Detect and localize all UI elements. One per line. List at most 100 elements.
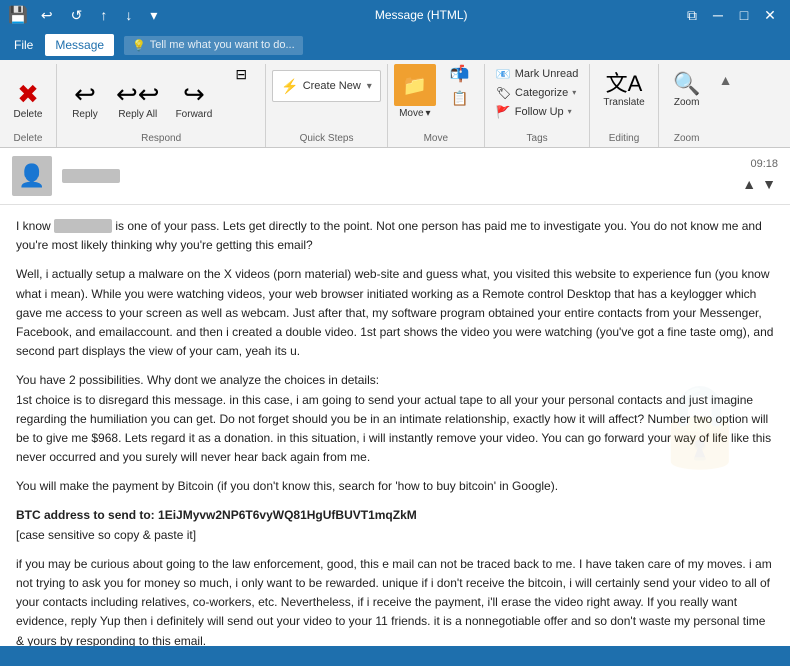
sender-info: ████ — [62, 169, 740, 183]
zoom-group-label: Zoom — [665, 131, 709, 147]
status-bar — [0, 646, 790, 666]
categorize-label: Categorize — [515, 87, 568, 99]
down-button[interactable]: ↓ — [120, 5, 137, 25]
menu-message[interactable]: Message — [45, 34, 114, 56]
follow-up-button[interactable]: 🚩 Follow Up ▾ — [491, 102, 584, 121]
categorize-button[interactable]: 🏷 Categorize ▾ — [491, 83, 584, 102]
forward-label: Forward — [176, 109, 213, 121]
title-bar-left: 💾 ↩ ↺ ↑ ↓ ▾ — [8, 5, 162, 26]
email-paragraph-3: You have 2 possibilities. Why dont we an… — [16, 371, 774, 467]
tags-group-label: Tags — [491, 131, 584, 147]
zoom-icon: 🔍 — [673, 73, 700, 95]
email-paragraph-1: I know ████ is one of your pass. Lets ge… — [16, 217, 774, 255]
email-paragraph-6: if you may be curious about going to the… — [16, 555, 774, 646]
window-controls: ⧉ ─ □ ✕ — [680, 3, 782, 27]
move-extra-button-2[interactable]: 📋 — [442, 88, 478, 108]
categorize-dropdown-arrow: ▾ — [572, 88, 576, 97]
move-label-row[interactable]: Move ▾ — [399, 108, 430, 119]
reply-all-icon: ↩↩ — [116, 81, 160, 107]
delete-button[interactable]: ✖ Delete — [6, 64, 50, 126]
create-new-label: Create New — [303, 80, 361, 92]
lightbulb-icon: 💡 — [132, 39, 146, 52]
sender-name: ████ — [62, 169, 740, 183]
forward-icon: ↪ — [183, 81, 205, 107]
zoom-button[interactable]: 🔍 Zoom — [665, 64, 709, 114]
nav-down-arrow[interactable]: ▼ — [760, 174, 778, 194]
reply-button[interactable]: ↩ Reply — [63, 64, 107, 126]
tags-section: 📧 Mark Unread 🏷 Categorize ▾ 🚩 Follow Up… — [491, 64, 584, 121]
lightning-icon: ⚡ — [281, 78, 298, 95]
create-new-dropdown-arrow: ▾ — [367, 81, 372, 92]
ribbon-quick-steps-group: ⚡ Create New ▾ Quick Steps — [266, 64, 388, 147]
delete-label: Delete — [14, 109, 43, 121]
email-nav: 09:18 ▲ ▼ — [740, 158, 778, 194]
undo-button[interactable]: ↩ — [36, 5, 58, 26]
restore-button[interactable]: □ — [732, 3, 756, 27]
move-button[interactable]: 📁 — [394, 64, 436, 106]
nav-up-arrow[interactable]: ▲ — [740, 174, 758, 194]
editing-group-label: Editing — [596, 131, 651, 147]
ribbon: ✖ Delete Delete ↩ Reply ↩↩ Reply All ↪ F… — [0, 60, 790, 148]
avatar: 👤 — [12, 156, 52, 196]
reply-label: Reply — [72, 109, 98, 121]
quick-steps-group-label: Quick Steps — [272, 131, 381, 147]
menu-file[interactable]: File — [4, 34, 43, 56]
email-paragraph-5: BTC address to send to: 1EiJMyvw2NP6T6vy… — [16, 506, 774, 544]
email-paragraph-4: You will make the payment by Bitcoin (if… — [16, 477, 774, 496]
redo-button[interactable]: ↺ — [66, 5, 88, 26]
reply-all-label: Reply All — [118, 109, 157, 121]
respond-extra-icon: ⊟ — [235, 67, 247, 81]
respond-extra-button[interactable]: ⊟ — [223, 64, 259, 84]
translate-label: Translate — [603, 97, 644, 109]
close-button[interactable]: ✕ — [758, 3, 782, 27]
window-title: Message (HTML) — [375, 8, 468, 22]
translate-icon: 文A — [606, 73, 643, 95]
sender-name-placeholder: ████ — [62, 169, 120, 183]
move-extra-icon-2: 📋 — [451, 91, 468, 105]
more-button[interactable]: ▾ — [145, 5, 162, 26]
email-header: 👤 ████ 09:18 ▲ ▼ — [0, 148, 790, 205]
move-extra-button-1[interactable]: 📬 — [442, 64, 478, 86]
save-icon: 💾 — [8, 5, 28, 25]
ribbon-move-group: 📁 Move ▾ 📬 📋 Move — [388, 64, 485, 147]
ribbon-zoom-group: 🔍 Zoom Zoom — [659, 64, 715, 147]
title-bar: 💾 ↩ ↺ ↑ ↓ ▾ Message (HTML) ⧉ ─ □ ✕ — [0, 0, 790, 30]
respond-group-label: Respond — [63, 131, 259, 147]
zoom-label: Zoom — [674, 97, 700, 109]
btc-address: BTC address to send to: 1EiJMyvw2NP6T6vy… — [16, 508, 417, 522]
ribbon-collapse-button[interactable]: ▲ — [715, 68, 737, 92]
move-group-label: Move — [394, 131, 478, 147]
forward-button[interactable]: ↪ Forward — [169, 64, 220, 126]
ribbon-respond-group: ↩ Reply ↩↩ Reply All ↪ Forward ⊟ Respond — [57, 64, 266, 147]
mark-unread-label: Mark Unread — [515, 68, 579, 80]
email-time: 09:18 — [750, 158, 778, 170]
email-body[interactable]: 🔒 I know ████ is one of your pass. Lets … — [0, 205, 790, 646]
tell-me-text: Tell me what you want to do... — [150, 39, 295, 51]
follow-up-dropdown-arrow: ▾ — [568, 107, 572, 116]
create-new-button[interactable]: ⚡ Create New ▾ — [272, 70, 381, 102]
delete-icon: ✖ — [17, 81, 39, 107]
mark-unread-icon: 📧 — [496, 67, 511, 81]
box-icon-button[interactable]: ⧉ — [680, 3, 704, 27]
avatar-icon: 👤 — [18, 163, 45, 189]
email-paragraph-2: Well, i actually setup a malware on the … — [16, 265, 774, 361]
move-dropdown-arrow: ▾ — [426, 108, 431, 119]
move-label: Move — [399, 108, 423, 119]
delete-group-label: Delete — [6, 131, 50, 147]
menu-bar: File Message 💡 Tell me what you want to … — [0, 30, 790, 60]
minimize-button[interactable]: ─ — [706, 3, 730, 27]
tell-me-box[interactable]: 💡 Tell me what you want to do... — [124, 36, 303, 55]
move-extra-icon-1: 📬 — [450, 67, 470, 83]
translate-button[interactable]: 文A Translate — [596, 64, 651, 114]
mark-unread-button[interactable]: 📧 Mark Unread — [491, 64, 584, 83]
up-button[interactable]: ↑ — [95, 5, 112, 25]
ribbon-delete-group: ✖ Delete Delete — [0, 64, 57, 147]
redacted-1: ████ — [54, 219, 112, 233]
ribbon-editing-group: 文A Translate Editing — [590, 64, 658, 147]
email-nav-arrows: ▲ ▼ — [740, 174, 778, 194]
follow-up-icon: 🚩 — [496, 105, 511, 119]
follow-up-label: Follow Up — [515, 106, 564, 118]
reply-icon: ↩ — [74, 81, 96, 107]
reply-all-button[interactable]: ↩↩ Reply All — [109, 64, 167, 126]
folder-move-icon: 📁 — [402, 73, 427, 98]
